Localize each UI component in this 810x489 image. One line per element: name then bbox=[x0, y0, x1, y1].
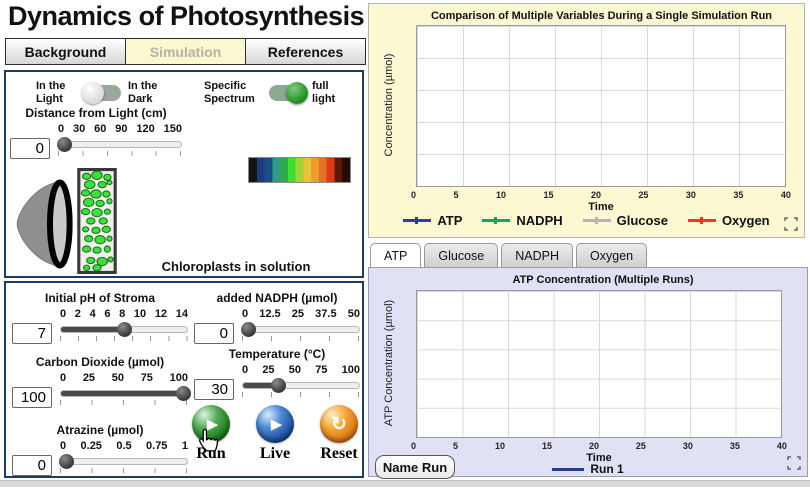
atp-chart-title: ATP Concentration (Multiple Runs) bbox=[409, 274, 797, 286]
nadph-slider-block: added NADPH (µmol) 012.52537.550 bbox=[194, 291, 360, 344]
co2-slider-block: Carbon Dioxide (µmol) 0255075100 bbox=[12, 355, 188, 408]
expand-icon[interactable] bbox=[787, 456, 801, 470]
tick-marks bbox=[242, 392, 360, 397]
tab-simulation[interactable]: Simulation bbox=[125, 38, 246, 65]
specific-spectrum-label: Specific Spectrum bbox=[204, 80, 262, 105]
light-dark-toggle-group: In the Light In the Dark bbox=[36, 80, 170, 105]
co2-slider-label: Carbon Dioxide (µmol) bbox=[12, 355, 188, 369]
tick-marks bbox=[60, 400, 188, 405]
multi-chart-title: Comparison of Multiple Variables During … bbox=[409, 10, 794, 22]
bottom-divider bbox=[0, 480, 810, 487]
atrazine-slider-block: Atrazine (µmol) 00.250.50.751 bbox=[12, 423, 188, 476]
temperature-slider-label: Temperature (°C) bbox=[194, 347, 360, 361]
legend-item-nadph: NADPH bbox=[482, 213, 562, 228]
temperature-tick-labels: 0255075100 bbox=[242, 364, 360, 376]
tab-atp[interactable]: ATP bbox=[370, 243, 421, 268]
slider-knob[interactable] bbox=[117, 322, 132, 337]
page-title: Dynamics of Photosynthesis bbox=[8, 1, 364, 32]
slider-knob[interactable] bbox=[271, 378, 286, 393]
slider-knob[interactable] bbox=[241, 322, 256, 337]
tab-glucose[interactable]: Glucose bbox=[424, 243, 498, 268]
nadph-slider-label: added NADPH (µmol) bbox=[194, 291, 360, 305]
inputs-panel: Initial pH of Stroma 02468101214 added N… bbox=[4, 281, 364, 478]
legend-item-atp: ATP bbox=[403, 213, 462, 228]
atp-chart-legend: Run 1 bbox=[399, 462, 777, 476]
flashlight-icon bbox=[14, 178, 74, 270]
slider-knob[interactable] bbox=[57, 137, 72, 152]
light-panel: In the Light In the Dark Specific Spectr… bbox=[4, 70, 364, 278]
ph-tick-labels: 02468101214 bbox=[60, 308, 188, 320]
hand-cursor-icon bbox=[194, 427, 220, 457]
temperature-slider-block: Temperature (°C) 0255075100 bbox=[194, 347, 360, 400]
slider-knob[interactable] bbox=[59, 454, 74, 469]
nadph-tick-labels: 012.52537.550 bbox=[242, 308, 360, 320]
atp-chart-xticks: 0510152025303540 bbox=[411, 441, 787, 451]
run-chart-tabs: ATP Glucose NADPH Oxygen bbox=[370, 243, 647, 268]
live-play-icon[interactable]: ▶ bbox=[256, 405, 294, 443]
distance-slider[interactable] bbox=[58, 141, 182, 148]
expand-icon[interactable] bbox=[784, 217, 798, 231]
atp-chart-ylabel: ATP Concentration (µmol) bbox=[383, 263, 395, 463]
tab-background[interactable]: Background bbox=[5, 38, 126, 65]
nadph-slider[interactable] bbox=[242, 326, 360, 333]
reset-button[interactable]: ↻ Reset bbox=[320, 405, 358, 463]
temperature-slider[interactable] bbox=[242, 382, 360, 389]
distance-slider-label: Distance from Light (cm) bbox=[10, 106, 182, 120]
co2-value-input[interactable] bbox=[12, 387, 52, 408]
multi-chart-xticks: 0510152025303540 bbox=[411, 190, 791, 200]
live-button[interactable]: ▶ Live bbox=[256, 405, 294, 463]
ph-slider-block: Initial pH of Stroma 02468101214 bbox=[12, 291, 188, 344]
toggle-knob[interactable] bbox=[286, 82, 308, 104]
nav-tabs: Background Simulation References bbox=[5, 38, 366, 65]
legend-item-run1: Run 1 bbox=[552, 462, 623, 476]
atp-chart-plot-area bbox=[416, 290, 782, 438]
atrazine-tick-labels: 00.250.50.751 bbox=[60, 440, 188, 452]
chloroplast-tube bbox=[76, 168, 118, 274]
atp-runs-chart-panel: ATP Concentration (Multiple Runs) ATP Co… bbox=[368, 267, 808, 477]
legend-item-oxygen: Oxygen bbox=[688, 213, 770, 228]
tick-marks bbox=[60, 468, 188, 473]
tab-nadph[interactable]: NADPH bbox=[501, 243, 573, 268]
name-run-button[interactable]: Name Run bbox=[375, 455, 455, 479]
legend-item-glucose: Glucose bbox=[583, 213, 668, 228]
full-light-label: full light bbox=[312, 80, 346, 105]
spectrum-toggle[interactable] bbox=[269, 85, 305, 101]
in-the-light-label: In the Light bbox=[36, 80, 78, 105]
spectrum-toggle-group: Specific Spectrum full light bbox=[204, 80, 346, 105]
slider-knob[interactable] bbox=[176, 386, 191, 401]
multi-variable-chart-panel: Comparison of Multiple Variables During … bbox=[368, 3, 805, 238]
reset-refresh-icon[interactable]: ↻ bbox=[320, 405, 358, 443]
ph-value-input[interactable] bbox=[12, 323, 52, 344]
distance-tick-labels: 0306090120150 bbox=[58, 123, 182, 135]
co2-slider[interactable] bbox=[60, 390, 188, 397]
multi-chart-plot-area bbox=[416, 25, 786, 187]
ph-slider[interactable] bbox=[60, 326, 188, 333]
atrazine-slider[interactable] bbox=[60, 458, 188, 465]
toggle-knob[interactable] bbox=[82, 82, 104, 104]
chloroplasts-caption: Chloroplasts in solution bbox=[116, 259, 356, 274]
ph-slider-label: Initial pH of Stroma bbox=[12, 291, 188, 305]
multi-chart-xlabel: Time bbox=[416, 201, 786, 213]
multi-chart-legend: ATP NADPH Glucose Oxygen bbox=[399, 213, 774, 228]
light-dark-toggle[interactable] bbox=[85, 85, 121, 101]
tab-oxygen[interactable]: Oxygen bbox=[576, 243, 647, 268]
temperature-value-input[interactable] bbox=[194, 379, 234, 400]
distance-value-input[interactable] bbox=[10, 138, 50, 159]
multi-chart-ylabel: Concentration (µmol) bbox=[383, 5, 395, 205]
tab-references[interactable]: References bbox=[245, 38, 366, 65]
tick-marks bbox=[58, 151, 182, 156]
spectrum-bar bbox=[248, 157, 351, 183]
atrazine-slider-label: Atrazine (µmol) bbox=[12, 423, 188, 437]
co2-tick-labels: 0255075100 bbox=[60, 372, 188, 384]
atrazine-value-input[interactable] bbox=[12, 455, 52, 476]
action-buttons: ▶ Run ▶ Live ↻ Reset bbox=[192, 405, 358, 463]
tick-marks bbox=[242, 336, 360, 341]
distance-slider-block: Distance from Light (cm) 0306090120150 bbox=[10, 106, 182, 159]
in-the-dark-label: In the Dark bbox=[128, 80, 170, 105]
nadph-value-input[interactable] bbox=[194, 323, 234, 344]
